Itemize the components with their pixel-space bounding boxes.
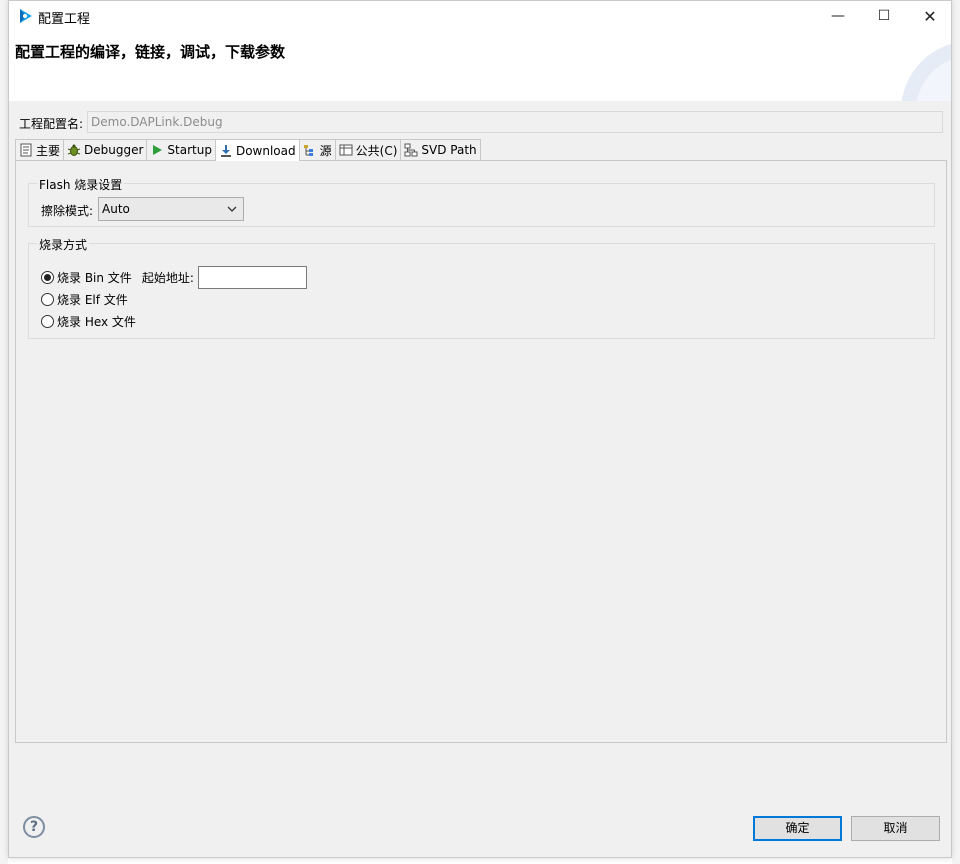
config-dialog: 配置工程 — ☐ ✕ 配置工程的编译，链接，调试，下载参数 工程配置名: 主要 … <box>8 0 952 858</box>
tab-label: 公共(C) <box>355 143 398 158</box>
config-name-label: 工程配置名: <box>19 117 84 131</box>
burn-mode-label: 烧录方式 <box>37 236 90 253</box>
burn-hex-label: 烧录 Hex 文件 <box>57 315 136 329</box>
close-button[interactable]: ✕ <box>907 1 953 31</box>
erase-mode-value: Auto <box>102 202 130 216</box>
download-icon <box>220 144 231 157</box>
tab-label: 源 <box>319 143 332 158</box>
tab-bar: 主要 Debugger Startup Download 源 公共(C) SVD… <box>15 139 481 161</box>
tab-label: Debugger <box>84 143 144 157</box>
tree-icon <box>404 143 418 157</box>
burn-mode-group: 烧录方式 烧录 Bin 文件 起始地址: 烧录 Elf 文件 烧录 Hex 文件 <box>28 236 935 339</box>
config-name-field[interactable] <box>87 111 943 133</box>
tab-label: SVD Path <box>421 143 477 157</box>
burn-hex-option[interactable]: 烧录 Hex 文件 <box>41 313 136 330</box>
play-icon <box>153 145 163 155</box>
tab-common[interactable]: 公共(C) <box>334 139 402 160</box>
tab-download[interactable]: Download <box>214 139 300 161</box>
window-title: 配置工程 <box>38 12 91 27</box>
erase-mode-select[interactable]: Auto <box>98 197 244 221</box>
erase-mode-label: 擦除模式: <box>41 204 94 218</box>
page-icon <box>20 143 32 157</box>
cancel-button[interactable]: 取消 <box>851 816 940 841</box>
burn-bin-option[interactable]: 烧录 Bin 文件 起始地址: <box>41 266 307 289</box>
bug-icon <box>67 144 81 156</box>
header-title: 配置工程的编译，链接，调试，下载参数 <box>15 43 286 61</box>
source-icon <box>303 145 313 156</box>
title-bar[interactable]: 配置工程 — ☐ ✕ <box>9 1 951 31</box>
header-decoration-icon <box>901 43 951 101</box>
burn-elf-radio[interactable] <box>41 293 54 306</box>
tab-label: 主要 <box>36 143 61 158</box>
tab-source[interactable]: 源 <box>298 139 336 160</box>
tab-svd-path[interactable]: SVD Path <box>400 139 481 160</box>
background-editor-edge <box>0 0 8 864</box>
tab-label: Startup <box>167 143 212 157</box>
tab-debugger[interactable]: Debugger <box>63 139 148 160</box>
tab-main[interactable]: 主要 <box>15 139 65 160</box>
flash-settings-label: Flash 烧录设置 <box>37 176 125 193</box>
ok-button[interactable]: 确定 <box>753 816 842 841</box>
table-icon <box>339 144 353 156</box>
burn-elf-option[interactable]: 烧录 Elf 文件 <box>41 291 128 308</box>
tab-label: Download <box>235 143 296 158</box>
flash-settings-group: Flash 烧录设置 擦除模式: Auto <box>28 176 935 227</box>
maximize-button[interactable]: ☐ <box>861 1 907 31</box>
app-logo-icon <box>20 9 32 23</box>
dialog-header: 配置工程的编译，链接，调试，下载参数 <box>9 31 951 101</box>
background-editor-edge-right <box>952 0 960 864</box>
burn-elf-label: 烧录 Elf 文件 <box>57 293 128 307</box>
start-address-input[interactable] <box>197 266 307 289</box>
chevron-down-icon <box>227 206 237 212</box>
start-address-label: 起始地址: <box>141 271 194 285</box>
download-tab-panel: Flash 烧录设置 擦除模式: Auto 烧录方式 烧录 Bin 文件 起始地… <box>15 160 947 743</box>
burn-bin-radio[interactable] <box>41 271 54 284</box>
config-name-row: 工程配置名: <box>9 109 951 133</box>
burn-bin-label: 烧录 Bin 文件 <box>57 271 132 285</box>
help-button[interactable]: ? <box>23 816 45 838</box>
burn-hex-radio[interactable] <box>41 315 54 328</box>
minimize-button[interactable]: — <box>815 1 861 31</box>
tab-startup[interactable]: Startup <box>146 139 216 160</box>
